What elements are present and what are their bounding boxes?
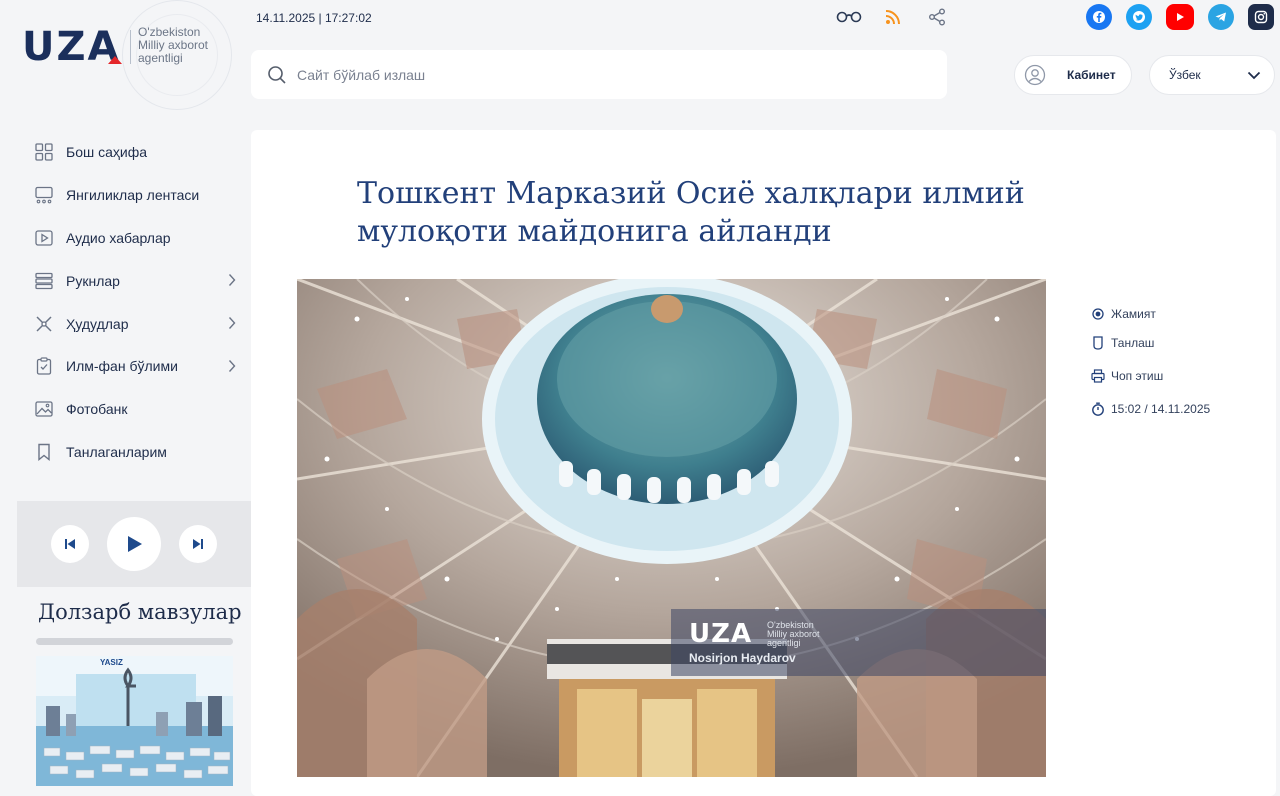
play-icon (128, 536, 142, 552)
user-avatar-icon (1019, 59, 1051, 91)
sidebar-item-audio[interactable]: Аудио хабарлар (35, 217, 250, 260)
sidebar-item-regions[interactable]: Ҳудудлар (35, 302, 250, 345)
sidebar-item-sections[interactable]: Рукнлар (35, 259, 250, 302)
instagram-icon[interactable] (1248, 4, 1274, 30)
radio-dot-icon (1091, 307, 1105, 321)
site-logo[interactable]: UZA O'zbekiston Milliy axborot agentligi (22, 0, 232, 110)
sidebar-item-label: Ҳудудлар (66, 315, 129, 332)
sidebar-item-label: Янгиликлар лентаси (66, 187, 200, 204)
social-links (1086, 4, 1274, 30)
topics-title: Долзарб мавзулар (38, 600, 242, 624)
chevron-right-icon[interactable] (228, 316, 236, 330)
audio-player (17, 501, 251, 587)
language-label: Ўзбек (1169, 68, 1201, 82)
sidebar-item-favorites[interactable]: Танлаганларим (35, 431, 250, 474)
language-select[interactable]: Ўзбек (1149, 55, 1275, 95)
sidebar-item-home[interactable]: Бош саҳифа (35, 131, 250, 174)
play-box-icon (35, 229, 53, 247)
next-icon (193, 539, 203, 549)
photo-author: Nosirjon Haydarov (689, 651, 796, 665)
topic-card-image (36, 656, 233, 786)
image-icon (35, 400, 53, 418)
chevron-right-icon[interactable] (228, 273, 236, 287)
youtube-icon[interactable] (1166, 4, 1194, 30)
sidebar-item-label: Аудио хабарлар (66, 229, 171, 246)
sidebar-item-label: Танлаганларим (66, 443, 167, 460)
printer-icon (1091, 369, 1105, 383)
clipboard-icon (35, 357, 53, 376)
share-icon[interactable] (924, 6, 950, 28)
logo-divider (130, 30, 131, 64)
article-category[interactable]: Жамият (1091, 306, 1156, 322)
stack-icon (35, 272, 53, 290)
bookmark-icon (1091, 336, 1105, 350)
chevron-right-icon[interactable] (228, 359, 236, 373)
previous-button[interactable] (51, 525, 89, 563)
logo-tagline: O'zbekiston Milliy axborot agentligi (138, 26, 208, 65)
watermark-tagline-line: agentligi (767, 638, 801, 648)
watermark-tagline: O'zbekiston Milliy axborot agentligi (767, 621, 820, 648)
logo-mark: UZA (22, 24, 120, 70)
photo-watermark: UZA O'zbekiston Milliy axborot agentligi… (671, 609, 1046, 676)
play-button[interactable] (107, 517, 161, 571)
sidebar-item-news-feed[interactable]: Янгиликлар лентаси (35, 174, 250, 217)
stopwatch-icon (1091, 402, 1105, 416)
category-label: Жамият (1111, 307, 1156, 321)
next-button[interactable] (179, 525, 217, 563)
topic-card[interactable]: YASIZ (36, 656, 233, 786)
news-feed-icon (35, 186, 53, 204)
sidebar-item-label: Бош саҳифа (66, 144, 148, 161)
watermark-logo: UZA (689, 619, 753, 649)
print-button[interactable]: Чоп этиш (1091, 368, 1163, 384)
publish-time: 15:02 / 14.11.2025 (1091, 401, 1210, 417)
cabinet-button[interactable]: Кабинет (1014, 55, 1132, 95)
twitter-icon[interactable] (1126, 4, 1152, 30)
publish-time-label: 15:02 / 14.11.2025 (1111, 402, 1211, 416)
current-datetime: 14.11.2025 | 17:27:02 (256, 11, 372, 25)
logo-text: UZA (22, 24, 121, 70)
sidebar-item-photobank[interactable]: Фотобанк (35, 388, 250, 431)
print-label: Чоп этиш (1111, 369, 1164, 383)
chevron-down-icon[interactable] (1234, 56, 1274, 94)
glasses-icon[interactable] (836, 6, 862, 28)
cabinet-label: Кабинет (1067, 68, 1116, 82)
add-favorite-button[interactable]: Танлаш (1091, 335, 1154, 351)
article-container: Тошкент Марказий Осиё халқлари илмий мул… (251, 130, 1276, 796)
mosque-dome-image (297, 279, 1046, 777)
topic-card-label: YASIZ (100, 658, 123, 667)
sidebar-item-science[interactable]: Илм-фан бўлими (35, 345, 250, 388)
bookmark-icon (35, 443, 53, 461)
facebook-icon[interactable] (1086, 4, 1112, 30)
top-toolbar (836, 6, 950, 28)
rss-icon[interactable] (880, 6, 906, 28)
previous-icon (65, 539, 75, 549)
sidebar-item-label: Фотобанк (66, 401, 128, 418)
grid-icon (35, 143, 53, 162)
article-title: Тошкент Марказий Осиё халқлари илмий мул… (357, 176, 1025, 249)
regions-icon (35, 315, 53, 333)
sidebar-item-label: Рукнлар (66, 272, 120, 289)
search-input[interactable] (297, 66, 897, 83)
favorite-label: Танлаш (1111, 336, 1155, 350)
search-bar[interactable] (251, 50, 947, 99)
sidebar-item-label: Илм-фан бўлими (66, 358, 178, 375)
logo-red-accent-icon (108, 56, 122, 64)
telegram-icon[interactable] (1208, 4, 1234, 30)
topics-scrollbar[interactable] (36, 638, 233, 645)
article-photo[interactable]: UZA O'zbekiston Milliy axborot agentligi… (297, 279, 1046, 777)
sidebar-nav: Бош саҳифа Янгиликлар лентаси Аудио хаба… (35, 131, 250, 473)
search-icon (268, 65, 286, 84)
logo-tagline-line: agentligi (138, 51, 183, 65)
